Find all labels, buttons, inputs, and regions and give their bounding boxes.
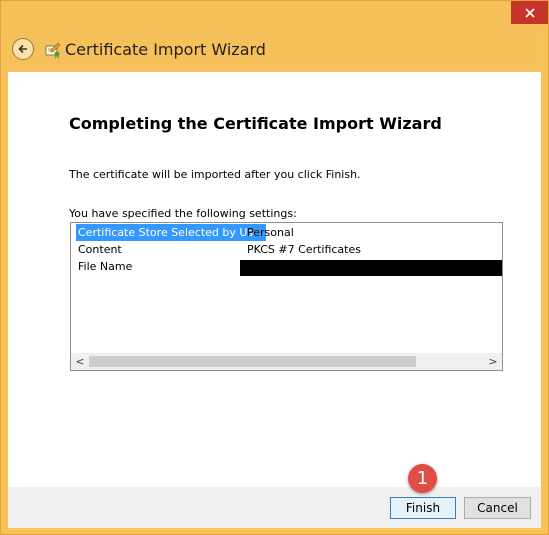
redacted-file-name	[240, 260, 502, 276]
scroll-thumb[interactable]	[89, 356, 416, 367]
setting-key: File Name	[78, 260, 133, 273]
list-item[interactable]: Content PKCS #7 Certificates	[71, 241, 502, 258]
setting-key: Content	[78, 243, 122, 256]
certificate-icon	[45, 42, 61, 59]
setting-value: PKCS #7 Certificates	[247, 243, 361, 256]
description-text: The certificate will be imported after y…	[69, 168, 361, 181]
horizontal-scrollbar[interactable]: < >	[71, 353, 502, 370]
back-arrow-icon	[18, 44, 27, 54]
wizard-header: Certificate Import Wizard	[8, 33, 541, 71]
back-button[interactable]	[12, 38, 34, 60]
setting-key: Certificate Store Selected by User	[76, 224, 267, 241]
settings-label: You have specified the following setting…	[69, 207, 297, 220]
wizard-content: Completing the Certificate Import Wizard…	[8, 72, 541, 487]
close-icon	[524, 7, 535, 18]
step-marker-badge: 1	[408, 464, 437, 493]
scroll-right-arrow-icon[interactable]: >	[486, 353, 500, 370]
wizard-title: Certificate Import Wizard	[65, 40, 266, 59]
finish-button[interactable]: Finish	[390, 497, 456, 519]
wizard-window: Certificate Import Wizard Completing the…	[0, 0, 549, 535]
list-item[interactable]: Certificate Store Selected by User Perso…	[71, 224, 502, 241]
wizard-footer: Finish Cancel	[8, 487, 541, 528]
cancel-button[interactable]: Cancel	[464, 497, 531, 519]
close-button[interactable]	[511, 1, 548, 24]
setting-value: Personal	[247, 226, 294, 239]
settings-list[interactable]: Certificate Store Selected by User Perso…	[70, 222, 503, 371]
page-heading: Completing the Certificate Import Wizard	[69, 114, 442, 133]
title-bar[interactable]	[1, 1, 548, 33]
list-item[interactable]: File Name	[71, 258, 502, 276]
scroll-left-arrow-icon[interactable]: <	[73, 353, 87, 370]
